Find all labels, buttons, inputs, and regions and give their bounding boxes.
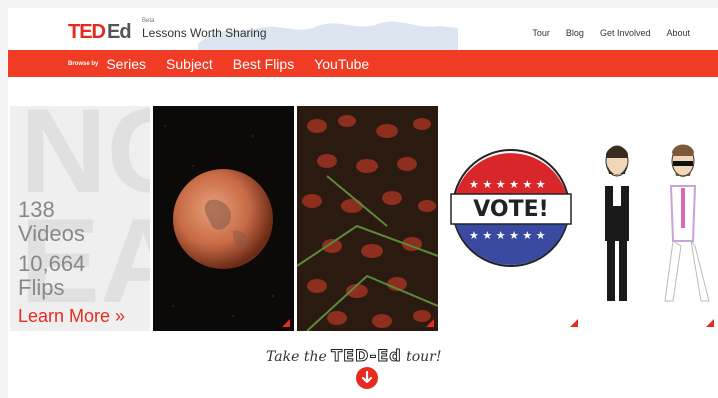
corner-triangle-icon — [706, 319, 714, 327]
nav-tour[interactable]: Tour — [532, 28, 550, 38]
lesson-tile-cartoon[interactable] — [585, 106, 718, 331]
nav-get-involved[interactable]: Get Involved — [600, 28, 651, 38]
lesson-tile-mars[interactable] — [153, 106, 294, 331]
tour-start-button[interactable] — [356, 367, 378, 389]
videos-count: 138 — [18, 197, 55, 222]
featured-tiles: NOEAT 138 Videos 10,664 Flips Learn More… — [8, 106, 718, 331]
tour-text: Take the TED-Ed tour! — [266, 346, 442, 366]
learn-more-link[interactable]: Learn More » — [18, 306, 125, 327]
ted-ed-logo[interactable]: TED Ed Beta Lessons Worth Sharing — [68, 18, 267, 43]
browse-by-label: Browse by — [68, 60, 99, 67]
browse-youtube[interactable]: YouTube — [314, 56, 369, 72]
logo-ed: Ed — [107, 21, 132, 43]
vote-badge-image: ★ ★ ★ ★ ★ ★ ★ ★ ★ ★ ★ ★ VOTE! — [450, 149, 572, 267]
browse-bar: Browse by Series Subject Best Flips YouT… — [8, 50, 718, 77]
svg-text:★ ★ ★ ★ ★ ★: ★ ★ ★ ★ ★ ★ — [469, 229, 546, 242]
vote-text: VOTE! — [473, 197, 548, 222]
mars-image — [164, 125, 274, 317]
stats-tile: NOEAT 138 Videos 10,664 Flips Learn More… — [10, 106, 150, 331]
lesson-tile-vote[interactable]: ★ ★ ★ ★ ★ ★ ★ ★ ★ ★ ★ ★ VOTE! — [441, 106, 582, 331]
logo-ted: TED — [68, 21, 106, 43]
svg-text:★ ★ ★ ★ ★ ★: ★ ★ ★ ★ ★ ★ — [469, 178, 546, 191]
nav-about[interactable]: About — [666, 28, 690, 38]
cartoon-figures-image — [605, 144, 710, 302]
tour-suffix: tour! — [406, 349, 442, 365]
lesson-tile-ants[interactable] — [297, 106, 438, 331]
videos-label: Videos — [18, 221, 85, 246]
page: TED Ed Beta Lessons Worth Sharing Tour B… — [8, 8, 718, 398]
corner-triangle-icon — [282, 319, 290, 327]
nav-blog[interactable]: Blog — [566, 28, 584, 38]
tour-brand: TED-Ed — [331, 346, 402, 366]
corner-triangle-icon — [570, 319, 578, 327]
flips-count: 10,664 — [18, 251, 86, 276]
header: TED Ed Beta Lessons Worth Sharing Tour B… — [8, 8, 718, 56]
arrow-down-icon — [361, 370, 373, 384]
flips-label: Flips — [18, 275, 65, 300]
top-nav: Tour Blog Get Involved About — [532, 28, 690, 38]
browse-best-flips[interactable]: Best Flips — [233, 56, 294, 72]
browse-series[interactable]: Series — [106, 56, 146, 72]
tour-prefix: Take the — [266, 349, 327, 365]
beta-label: Beta — [142, 18, 155, 24]
browse-subject[interactable]: Subject — [166, 56, 213, 72]
tagline: Lessons Worth Sharing — [142, 26, 267, 40]
corner-triangle-icon — [426, 319, 434, 327]
ants-image — [297, 106, 438, 331]
